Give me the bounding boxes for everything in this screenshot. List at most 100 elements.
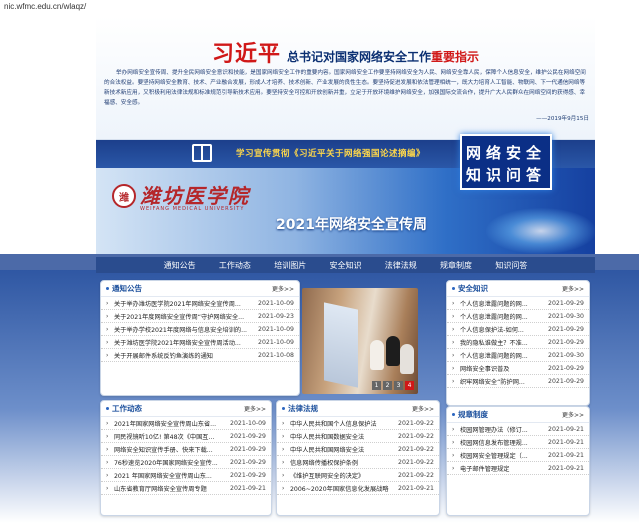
bullet-icon: › <box>282 471 285 479</box>
notice-panel: 通知公告 更多>> › 关于举办潍坊医学院2021年网络安全宣传周... 2021-… <box>100 280 300 396</box>
nav-item-laws[interactable]: 法律法规 <box>385 260 417 271</box>
list-item[interactable]: › 《维护互联网安全的决定》 2021-09-22 <box>277 469 439 482</box>
bullet-icon: › <box>452 351 455 359</box>
school-logo-text: 潍坊医学院 <box>140 184 250 208</box>
nav-item-rules[interactable]: 规章制度 <box>440 260 472 271</box>
bullet-icon: › <box>452 377 455 385</box>
list-item[interactable]: › 关于举办潍坊医学院2021年网络安全宣传周... 2021-10-09 <box>101 297 299 310</box>
person-figure <box>400 344 414 374</box>
rules-panel: 规章制度 更多>> › 校园网管理办法（修订... 2021-09-21 › 校园网信… <box>446 406 590 516</box>
pager-1[interactable]: 1 <box>372 381 381 390</box>
list-item[interactable]: › 电子邮件管理规定 2021-09-21 <box>447 462 589 475</box>
bullet-icon: › <box>452 438 455 446</box>
list-item[interactable]: › 个人信息保护法-如何... 2021-09-29 <box>447 323 589 336</box>
list-item[interactable]: › 关于潍坊医学院2021年网络安全宣传周活动... 2021-10-09 <box>101 336 299 349</box>
pager-3[interactable]: 3 <box>394 381 403 390</box>
banner-name: 习近平 <box>212 41 282 67</box>
bullet-icon: › <box>282 458 285 466</box>
list-item[interactable]: › 同民视镜听10亿! 第48次《中国互... 2021-09-29 <box>101 430 271 443</box>
slideshow-pager: 1 2 3 4 <box>372 381 414 390</box>
bullet-icon: › <box>452 299 455 307</box>
knowledge-more-link[interactable]: 更多>> <box>562 284 584 293</box>
rules-more-link[interactable]: 更多>> <box>562 410 584 419</box>
notice-more-link[interactable]: 更多>> <box>272 284 294 293</box>
list-item[interactable]: › 信息网络传播权保护条例 2021-09-22 <box>277 456 439 469</box>
person-figure <box>386 336 400 366</box>
list-item[interactable]: › 个人信息泄露问题的网... 2021-09-29 <box>447 297 589 310</box>
quiz-line-2: 知识问答 <box>465 166 546 184</box>
list-item[interactable]: › 2021年国家网络安全宣传周山东省... 2021-10-09 <box>101 417 271 430</box>
list-item[interactable]: › 中华人民共和国网络安全法 2021-09-22 <box>277 443 439 456</box>
list-item[interactable]: › 校园网安全管理规定（... 2021-09-21 <box>447 449 589 462</box>
banner-subtitle-text: 总书记对国家网络安全工作 <box>287 50 432 64</box>
list-item[interactable]: › 76秒速览2020年国家网络安全宣传... 2021-09-29 <box>101 456 271 469</box>
book-icon <box>192 144 212 162</box>
bullet-icon: › <box>282 484 285 492</box>
page-container: 习近平 总书记对国家网络安全工作重要指示 举办网络安全宣传周、提升全民网络安全意… <box>96 16 596 523</box>
law-more-link[interactable]: 更多>> <box>412 404 434 413</box>
list-item[interactable]: › 2006~2020年国家信息化发展战略 2021-09-21 <box>277 482 439 495</box>
list-item[interactable]: › 校园网管理办法（修订... 2021-09-21 <box>447 423 589 436</box>
list-item[interactable]: › 网络安全知识宣传手册、快来下载... 2021-09-29 <box>101 443 271 456</box>
list-item[interactable]: › 网络安全事识普及 2021-09-29 <box>447 362 589 375</box>
list-item[interactable]: › 关于2021年度网络安全宣传周“守护网络安全... 2021-09-23 <box>101 310 299 323</box>
bullet-icon: › <box>106 325 109 333</box>
bullet-icon: › <box>452 451 455 459</box>
bullet-icon: › <box>106 312 109 320</box>
nav-item-notice[interactable]: 通知公告 <box>164 260 196 271</box>
knowledge-panel: 安全知识 更多>> › 个人信息泄露问题的网... 2021-09-29 › 个人信息… <box>446 280 590 406</box>
address-bar-url[interactable]: nic.wfmc.edu.cn/wlaqz/ <box>4 2 86 11</box>
banner-subtitle-highlight: 重要指示 <box>431 50 480 64</box>
rules-panel-header: 规章制度 更多>> <box>447 407 589 423</box>
list-item[interactable]: › 中华人民共和国数据安全法 2021-09-22 <box>277 430 439 443</box>
bullet-icon: › <box>106 445 109 453</box>
list-item[interactable]: › 山东省教育厅网络安全宣传周专题 2021-09-21 <box>101 482 271 495</box>
pager-4[interactable]: 4 <box>405 381 414 390</box>
knowledge-panel-header: 安全知识 更多>> <box>447 281 589 297</box>
bullet-icon: › <box>106 484 109 492</box>
list-item[interactable]: › 中华人民共和国个人信息保护法 2021-09-22 <box>277 417 439 430</box>
bullet-icon: › <box>282 445 285 453</box>
law-panel-title: 法律法规 <box>282 403 318 414</box>
banner-title: 习近平 总书记对国家网络安全工作重要指示 <box>212 36 479 68</box>
study-strip-text: 学习宣传贯彻《习近平关于网络强国论述摘编》 <box>236 149 426 159</box>
rules-panel-title: 规章制度 <box>452 409 488 420</box>
nav-item-training-photos[interactable]: 培训图片 <box>274 260 306 271</box>
bullet-icon: › <box>106 351 109 359</box>
knowledge-panel-title: 安全知识 <box>452 283 488 294</box>
law-panel: 法律法规 更多>> › 中华人民共和国个人信息保护法 2021-09-22 › 中华人… <box>276 400 440 516</box>
school-logo-english: WEIFANG MEDICAL UNIVERSITY <box>140 206 245 212</box>
list-item[interactable]: › 校园网信息发布管理规... 2021-09-21 <box>447 436 589 449</box>
nav-item-work[interactable]: 工作动态 <box>219 260 251 271</box>
law-panel-header: 法律法规 更多>> <box>277 401 439 417</box>
hero-title: 2021年网络安全宣传周 <box>276 217 427 233</box>
banner-quote: 举办网络安全宣传周、提升全民网络安全意识和技能，是国家网络安全工作的重要内容。国… <box>104 70 586 106</box>
pager-2[interactable]: 2 <box>383 381 392 390</box>
work-panel-title: 工作动态 <box>106 403 142 414</box>
list-item[interactable]: › 个人信息泄露问题的网... 2021-09-30 <box>447 349 589 362</box>
list-item[interactable]: › 关于举办学校2021年度网络与信息安全培训的... 2021-10-09 <box>101 323 299 336</box>
bullet-icon: › <box>282 432 285 440</box>
nav-item-security-knowledge[interactable]: 安全知识 <box>329 260 361 271</box>
notice-panel-header: 通知公告 更多>> <box>101 281 299 297</box>
work-more-link[interactable]: 更多>> <box>244 404 266 413</box>
bullet-icon: › <box>452 364 455 372</box>
main-nav: 通知公告 工作动态 培训图片 安全知识 法律法规 规章制度 知识问答 <box>96 257 595 273</box>
quiz-button[interactable]: 网络安全 知识问答 <box>460 134 552 190</box>
bullet-icon: › <box>452 325 455 333</box>
list-item[interactable]: › 织牢网络安全“防护网... 2021-09-29 <box>447 375 589 388</box>
bullet-icon: › <box>106 458 109 466</box>
nav-item-quiz[interactable]: 知识问答 <box>495 260 527 271</box>
bullet-icon: › <box>452 425 455 433</box>
training-photo-slideshow[interactable]: 1 2 3 4 <box>302 288 418 394</box>
bullet-icon: › <box>452 312 455 320</box>
bullet-icon: › <box>452 464 455 472</box>
school-emblem-icon: 潍 <box>112 184 136 208</box>
work-panel: 工作动态 更多>> › 2021年国家网络安全宣传周山东省... 2021-10-0… <box>100 400 272 516</box>
banner-subtitle: 总书记对国家网络安全工作重要指示 <box>287 48 479 65</box>
list-item[interactable]: › 我的隐私谁做主？不准... 2021-09-29 <box>447 336 589 349</box>
list-item[interactable]: › 关于开展邮件系统反钓鱼演练的通知 2021-10-08 <box>101 349 299 362</box>
bullet-icon: › <box>106 471 109 479</box>
list-item[interactable]: › 2021 年国家网络安全宣传周山东... 2021-09-29 <box>101 469 271 482</box>
list-item[interactable]: › 个人信息泄露问题的网... 2021-09-30 <box>447 310 589 323</box>
